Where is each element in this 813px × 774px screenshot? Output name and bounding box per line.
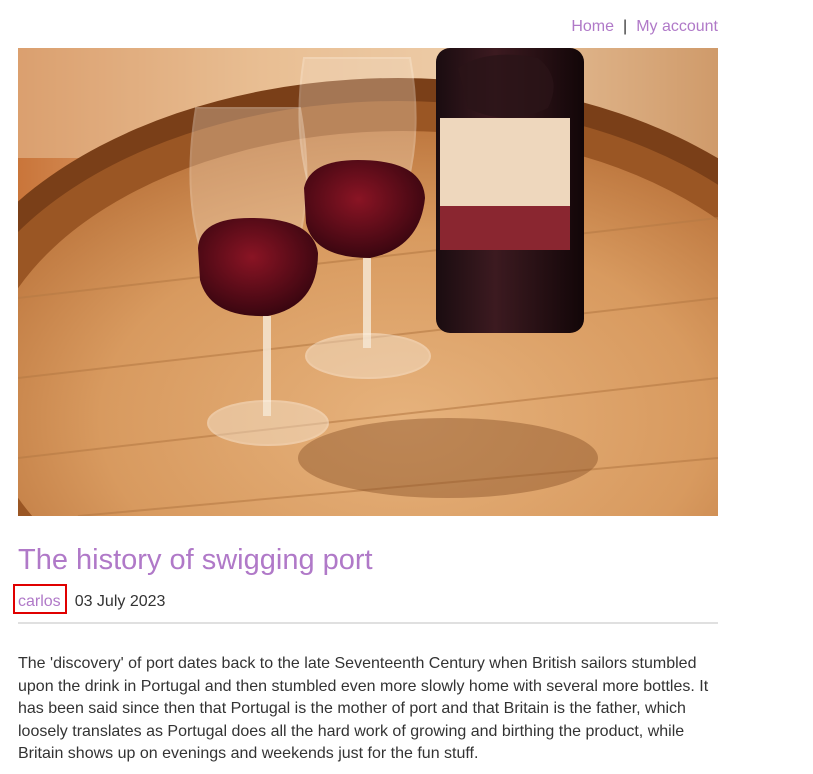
post-body: The 'discovery' of port dates back to th… bbox=[18, 655, 709, 762]
author-link[interactable]: carlos bbox=[13, 584, 67, 614]
nav-separator: | bbox=[623, 18, 628, 35]
meta-divider bbox=[18, 622, 718, 624]
author-name: carlos bbox=[18, 593, 61, 610]
post-image bbox=[18, 48, 718, 516]
post-meta: carlos 03 July 2023 bbox=[13, 584, 718, 614]
my-account-link[interactable]: My account bbox=[636, 18, 718, 35]
top-navigation: Home | My account bbox=[571, 17, 718, 36]
post-title: The history of swigging port bbox=[18, 544, 373, 576]
post-date: 03 July 2023 bbox=[74, 593, 166, 610]
home-link[interactable]: Home bbox=[571, 18, 614, 35]
